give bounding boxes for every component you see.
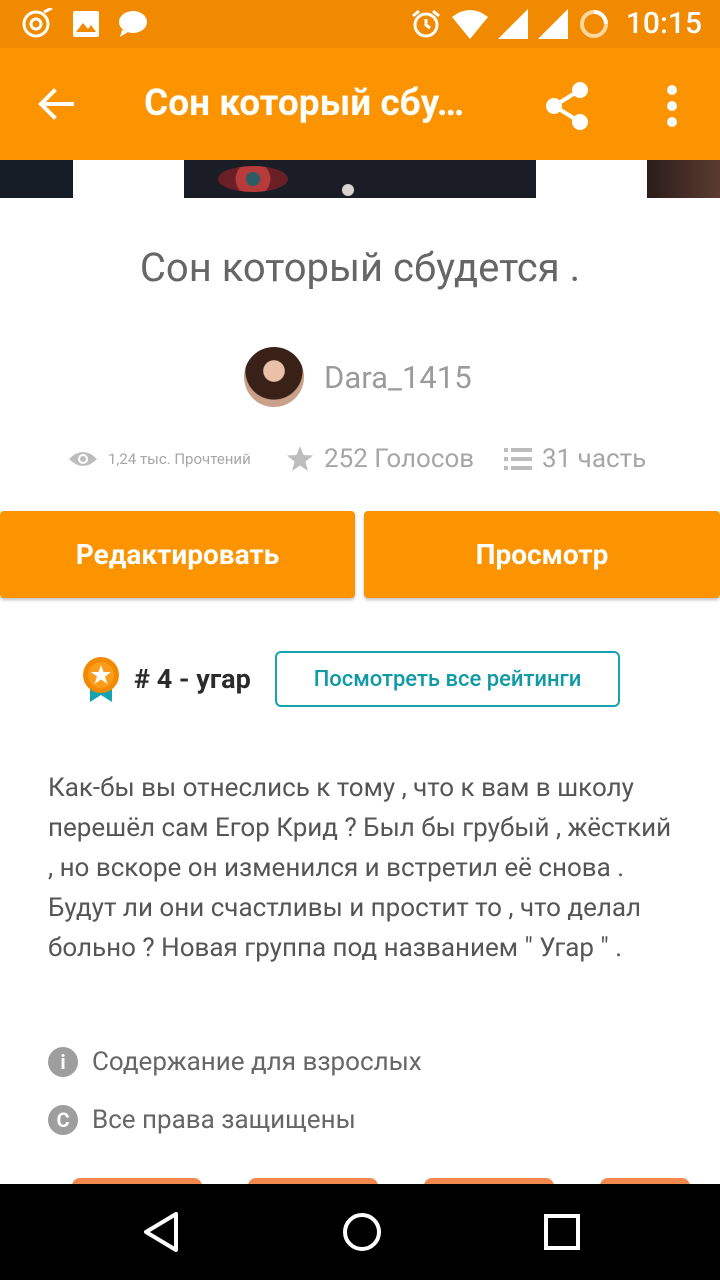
rights-label: Все права защищены <box>92 1105 356 1135</box>
author-name[interactable]: Dara_1415 <box>324 359 472 396</box>
story-description: Как-бы вы отнеслись к тому , что к вам в… <box>48 773 672 963</box>
cast-icon <box>22 8 53 38</box>
story-stats: 1,24 тыс. Прочтений 252 Голосов 31 часть <box>68 444 708 484</box>
copyright-row: C Все права защищены <box>48 1105 356 1135</box>
rank-label: # 4 - угар <box>134 663 251 695</box>
edit-button[interactable]: Редактировать <box>0 511 355 598</box>
parts-stat: 31 часть <box>504 444 646 474</box>
story-title: Сон который сбудется . <box>139 244 581 291</box>
status-time: 10:15 <box>625 6 702 41</box>
cover-art-detail <box>218 166 288 192</box>
author-row[interactable]: Dara_1415 <box>244 347 472 407</box>
chat-icon <box>119 11 147 37</box>
more-vert-icon[interactable] <box>650 78 694 134</box>
award-icon <box>83 657 119 702</box>
view-all-rankings-button[interactable]: Посмотреть все рейтинги <box>275 651 620 707</box>
cover-art-detail-2 <box>342 184 354 196</box>
cover-image-next[interactable] <box>647 160 720 198</box>
signal-icon-2 <box>537 8 568 39</box>
cover-image-previous[interactable] <box>0 160 73 198</box>
signal-icon <box>497 8 528 39</box>
arrow-left-icon[interactable] <box>28 76 84 132</box>
app-bar: Сон который сбу… <box>0 48 720 160</box>
cover-carousel[interactable] <box>0 160 720 198</box>
view-button[interactable]: Просмотр <box>364 511 720 598</box>
cover-image-current[interactable] <box>184 160 536 198</box>
reads-count: 1,24 тыс. Прочтений <box>108 450 251 468</box>
system-nav-bar <box>0 1184 720 1280</box>
star-icon <box>287 446 313 471</box>
nav-home-icon[interactable] <box>340 1210 384 1254</box>
nav-recents-icon[interactable] <box>540 1210 584 1254</box>
battery-icon <box>579 9 608 38</box>
parts-count: 31 часть <box>542 444 647 474</box>
image-icon <box>73 11 99 37</box>
votes-count: 252 Голосов <box>324 444 475 474</box>
status-bar: 10:15 <box>0 0 720 48</box>
mature-content-row: i Содержание для взрослых <box>48 1047 422 1077</box>
avatar[interactable] <box>244 347 304 407</box>
votes-stat: 252 Голосов <box>286 444 474 474</box>
share-icon[interactable] <box>540 78 596 134</box>
list-icon <box>504 448 532 470</box>
copyright-icon: C <box>48 1105 78 1135</box>
app-bar-title: Сон который сбу… <box>144 82 465 125</box>
alarm-icon <box>411 9 440 37</box>
wifi-icon <box>451 9 488 39</box>
eye-icon <box>69 452 97 466</box>
nav-back-icon[interactable] <box>140 1210 184 1254</box>
mature-label: Содержание для взрослых <box>92 1047 422 1077</box>
info-icon: i <box>48 1047 78 1077</box>
reads-stat: 1,24 тыс. Прочтений <box>68 449 251 469</box>
